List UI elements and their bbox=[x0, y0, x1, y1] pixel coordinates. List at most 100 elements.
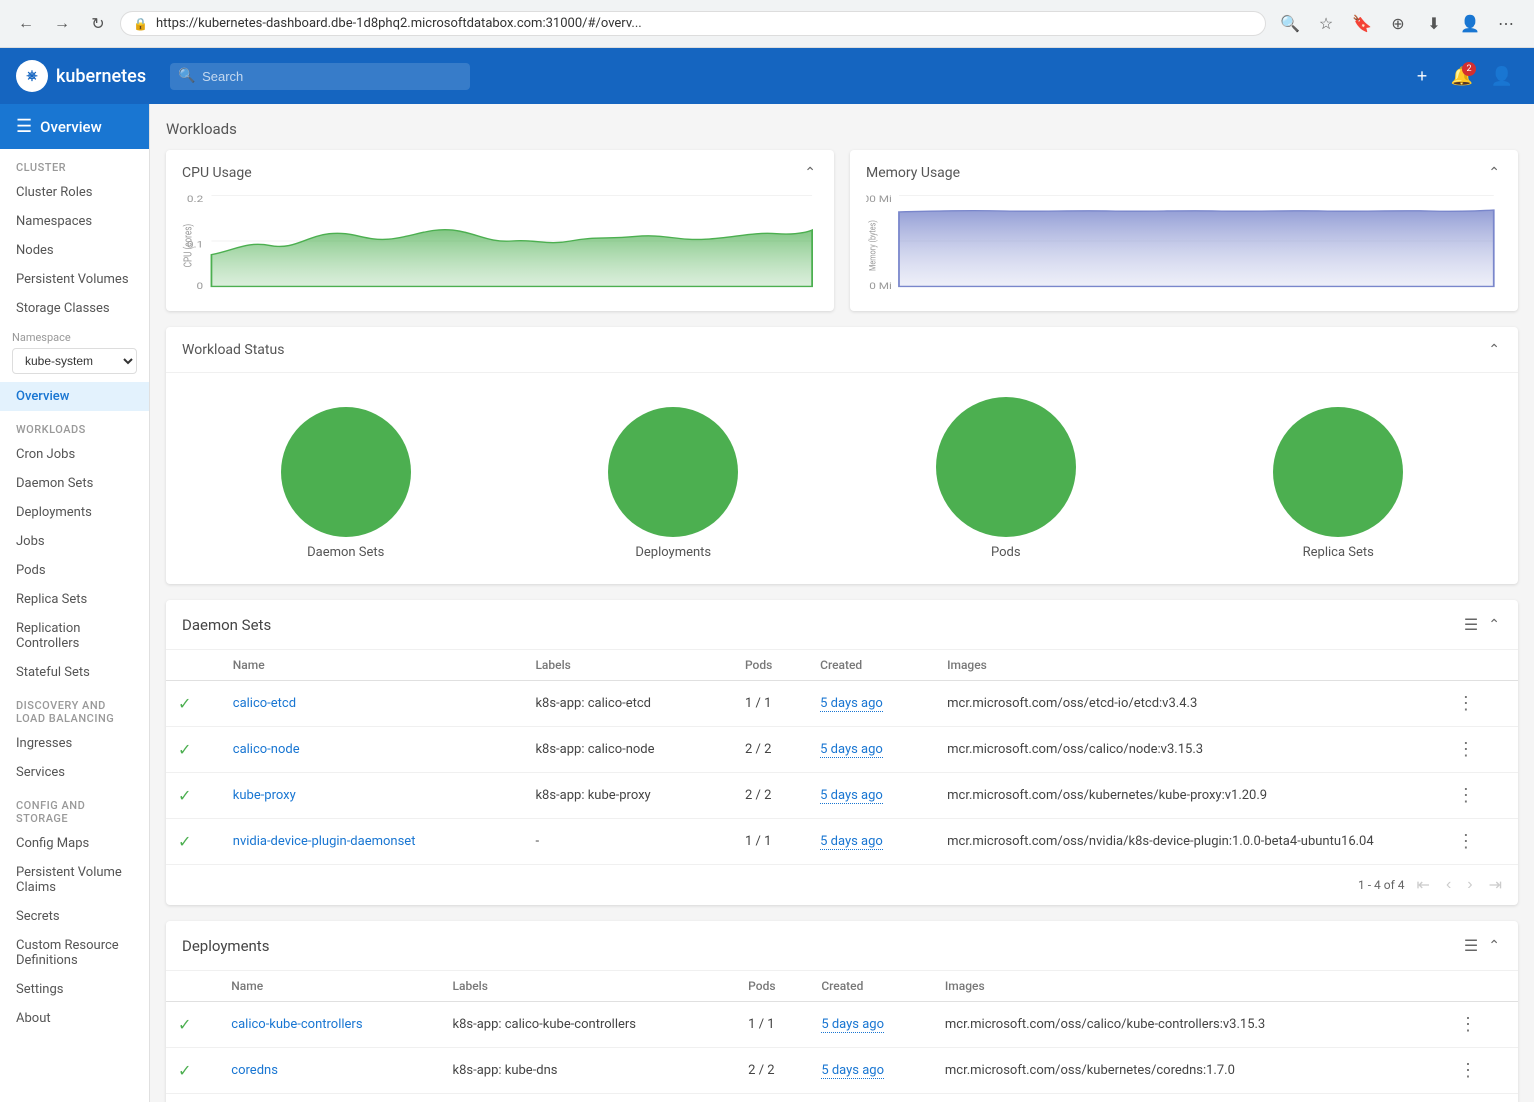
col-pods: Pods bbox=[733, 650, 808, 681]
col-name-dep: Name bbox=[219, 971, 440, 1002]
download-button[interactable]: ⬇ bbox=[1418, 8, 1450, 40]
table-row: ✓ calico-etcd k8s-app: calico-etcd 1 / 1… bbox=[166, 681, 1518, 727]
refresh-button[interactable]: ↻ bbox=[84, 10, 112, 38]
deployment-name-link-0[interactable]: calico-kube-controllers bbox=[231, 1017, 362, 1032]
dep-row-actions-button-0[interactable]: ⋮ bbox=[1453, 1012, 1483, 1037]
sidebar-item-stateful-sets[interactable]: Stateful Sets bbox=[0, 658, 149, 687]
memory-chart-card: Memory Usage ⌃ 500 Mi 0 Mi Memory (bytes… bbox=[850, 150, 1518, 311]
deployments-title: Deployments bbox=[182, 937, 269, 955]
pagination-prev-button[interactable]: ‹ bbox=[1442, 874, 1455, 896]
pagination-first-button[interactable]: ⇤ bbox=[1413, 873, 1434, 897]
sidebar-item-crd[interactable]: Custom Resource Definitions bbox=[0, 931, 149, 975]
sidebar-item-secrets[interactable]: Secrets bbox=[0, 902, 149, 931]
daemon-set-name-link-2[interactable]: kube-proxy bbox=[233, 788, 296, 803]
sidebar: ☰ Overview Cluster Cluster Roles Namespa… bbox=[0, 104, 150, 1102]
sidebar-item-namespaces[interactable]: Namespaces bbox=[0, 207, 149, 236]
extensions-button[interactable]: ⊕ bbox=[1382, 8, 1414, 40]
dep-created-link-1[interactable]: 5 days ago bbox=[821, 1063, 884, 1079]
profile-browser-button[interactable]: 👤 bbox=[1454, 8, 1486, 40]
replica-sets-circle bbox=[1273, 407, 1403, 537]
favorites-button[interactable]: ☆ bbox=[1310, 8, 1342, 40]
created-link-0[interactable]: 5 days ago bbox=[820, 696, 883, 712]
name-cell: calico-node bbox=[221, 727, 524, 773]
notification-badge: 2 bbox=[1462, 62, 1476, 76]
deployment-name-link-1[interactable]: coredns bbox=[231, 1063, 278, 1078]
sidebar-item-pvc[interactable]: Persistent Volume Claims bbox=[0, 858, 149, 902]
browser-menu-button[interactable]: ⋯ bbox=[1490, 8, 1522, 40]
col-created: Created bbox=[808, 650, 935, 681]
search-browser-button[interactable]: 🔍 bbox=[1274, 8, 1306, 40]
sidebar-item-ingresses[interactable]: Ingresses bbox=[0, 729, 149, 758]
daemon-sets-filter-button[interactable]: ☰ bbox=[1464, 615, 1478, 635]
sidebar-item-pods[interactable]: Pods bbox=[0, 556, 149, 585]
sidebar-item-overview[interactable]: Overview bbox=[0, 382, 149, 411]
menu-icon[interactable]: ☰ bbox=[16, 116, 32, 137]
status-cell: ✓ bbox=[166, 1094, 219, 1102]
pagination-next-button[interactable]: › bbox=[1463, 874, 1476, 896]
pagination-last-button[interactable]: ⇥ bbox=[1485, 873, 1506, 897]
dep-created-link-0[interactable]: 5 days ago bbox=[821, 1017, 884, 1033]
col-created-dep: Created bbox=[809, 971, 933, 1002]
namespace-select[interactable]: kube-system bbox=[12, 348, 137, 374]
deployments-collapse-button[interactable]: ⌃ bbox=[1486, 935, 1502, 956]
sidebar-item-persistent-volumes[interactable]: Persistent Volumes bbox=[0, 265, 149, 294]
created-link-3[interactable]: 5 days ago bbox=[820, 834, 883, 850]
images-cell: mcr.microsoft.com/oss/calico/node:v3.15.… bbox=[935, 727, 1439, 773]
daemon-set-name-link-3[interactable]: nvidia-device-plugin-daemonset bbox=[233, 834, 416, 849]
created-link-1[interactable]: 5 days ago bbox=[820, 742, 883, 758]
sidebar-item-daemon-sets[interactable]: Daemon Sets bbox=[0, 469, 149, 498]
cluster-section-label: Cluster bbox=[0, 149, 149, 178]
pods-cell: 2 / 2 bbox=[736, 1048, 809, 1094]
back-button[interactable]: ← bbox=[12, 10, 40, 38]
dep-row-actions-button-1[interactable]: ⋮ bbox=[1453, 1058, 1483, 1083]
sidebar-item-deployments[interactable]: Deployments bbox=[0, 498, 149, 527]
sidebar-item-cron-jobs[interactable]: Cron Jobs bbox=[0, 440, 149, 469]
daemon-sets-collapse-button[interactable]: ⌃ bbox=[1486, 614, 1502, 635]
content-layout: ☰ Overview Cluster Cluster Roles Namespa… bbox=[0, 104, 1534, 1102]
sidebar-item-config-maps[interactable]: Config Maps bbox=[0, 829, 149, 858]
pods-cell: 2 / 2 bbox=[733, 773, 808, 819]
table-row: ✓ nvidia-device-plugin-daemonset - 1 / 1… bbox=[166, 819, 1518, 865]
workload-item-deployments: Deployments bbox=[608, 407, 738, 560]
pods-cell: 2 / 2 bbox=[733, 727, 808, 773]
workload-status-collapse-button[interactable]: ⌃ bbox=[1486, 339, 1502, 360]
row-actions-button-2[interactable]: ⋮ bbox=[1451, 783, 1481, 808]
config-section-label: Config and Storage bbox=[0, 787, 149, 829]
sidebar-item-jobs[interactable]: Jobs bbox=[0, 527, 149, 556]
sidebar-item-services[interactable]: Services bbox=[0, 758, 149, 787]
url-text: https://kubernetes-dashboard.dbe-1d8phq2… bbox=[156, 16, 1253, 31]
daemon-sets-header: Daemon Sets ☰ ⌃ bbox=[166, 600, 1518, 650]
add-button[interactable]: + bbox=[1406, 60, 1438, 92]
address-bar[interactable]: 🔒 https://kubernetes-dashboard.dbe-1d8ph… bbox=[120, 11, 1266, 36]
search-input[interactable] bbox=[170, 63, 470, 90]
sidebar-item-nodes[interactable]: Nodes bbox=[0, 236, 149, 265]
deployments-filter-button[interactable]: ☰ bbox=[1464, 936, 1478, 956]
actions-cell: ⋮ bbox=[1441, 1048, 1518, 1094]
daemon-set-name-link-0[interactable]: calico-etcd bbox=[233, 696, 296, 711]
sidebar-item-cluster-roles[interactable]: Cluster Roles bbox=[0, 178, 149, 207]
app-name: kubernetes bbox=[56, 66, 146, 87]
sidebar-item-settings[interactable]: Settings bbox=[0, 975, 149, 1004]
status-cell: ✓ bbox=[166, 1048, 219, 1094]
cpu-chart-collapse-button[interactable]: ⌃ bbox=[802, 162, 818, 183]
status-cell: ✓ bbox=[166, 819, 221, 865]
memory-chart-collapse-button[interactable]: ⌃ bbox=[1486, 162, 1502, 183]
row-actions-button-1[interactable]: ⋮ bbox=[1451, 737, 1481, 762]
memory-chart-header: Memory Usage ⌃ bbox=[850, 150, 1518, 191]
row-actions-button-0[interactable]: ⋮ bbox=[1451, 691, 1481, 716]
daemon-set-name-link-1[interactable]: calico-node bbox=[233, 742, 300, 757]
workload-status-title: Workload Status bbox=[182, 342, 284, 358]
card-header-actions: ⌃ bbox=[1486, 339, 1502, 360]
sidebar-item-replication-controllers[interactable]: Replication Controllers bbox=[0, 614, 149, 658]
namespace-label: Namespace bbox=[12, 331, 137, 344]
profile-button[interactable]: 👤 bbox=[1486, 60, 1518, 92]
created-link-2[interactable]: 5 days ago bbox=[820, 788, 883, 804]
forward-button[interactable]: → bbox=[48, 10, 76, 38]
status-ok-icon: ✓ bbox=[178, 740, 191, 759]
sidebar-item-replica-sets[interactable]: Replica Sets bbox=[0, 585, 149, 614]
sidebar-item-storage-classes[interactable]: Storage Classes bbox=[0, 294, 149, 323]
bookmark-button[interactable]: 🔖 bbox=[1346, 8, 1378, 40]
sidebar-item-about[interactable]: About bbox=[0, 1004, 149, 1033]
row-actions-button-3[interactable]: ⋮ bbox=[1451, 829, 1481, 854]
actions-cell: ⋮ bbox=[1441, 1094, 1518, 1102]
